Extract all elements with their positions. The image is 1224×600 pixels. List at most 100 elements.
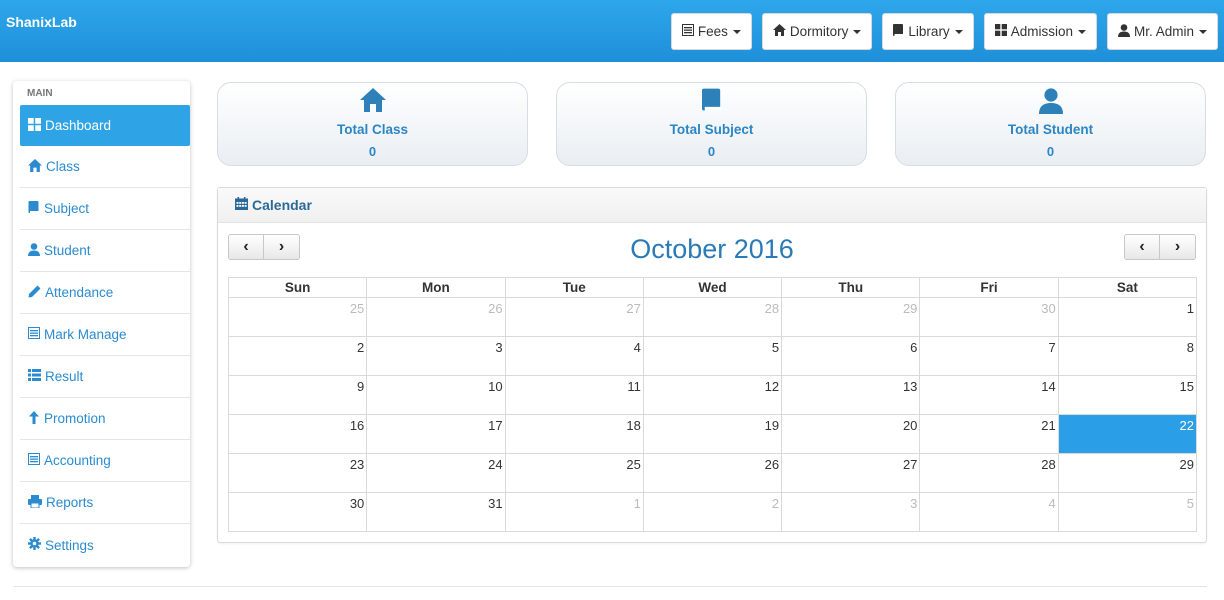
sidebar-item-attendance[interactable]: Attendance	[20, 272, 190, 314]
sidebar-item-settings[interactable]: Settings	[20, 524, 190, 566]
calendar-day-other-month[interactable]: 2	[642, 492, 783, 532]
next-year-button[interactable]: ›	[1160, 234, 1196, 260]
calendar-day[interactable]: 8	[1057, 336, 1198, 376]
calendar-panel: Calendar ‹ › October 2016 ‹ › Sun Mon Tu…	[217, 187, 1207, 543]
calendar-day[interactable]: 29	[1057, 453, 1198, 493]
sidebar-item-student[interactable]: Student	[20, 230, 190, 272]
calendar-day[interactable]: 28	[919, 453, 1059, 493]
sidebar-item-mark-manage[interactable]: Mark Manage	[20, 314, 190, 356]
prev-year-button[interactable]: ‹	[1124, 234, 1160, 260]
calendar-panel-title: Calendar	[252, 197, 312, 213]
nav-library-dropdown[interactable]: Library	[882, 13, 974, 50]
calendar-week-row: 23 24 25 26 27 28 29	[227, 453, 1198, 493]
sidebar: MAIN Dashboard Class Subject Student Att…	[13, 81, 190, 567]
nav-dormitory-dropdown[interactable]: Dormitory	[761, 13, 873, 50]
sidebar-item-reports[interactable]: Reports	[20, 482, 190, 524]
stat-card-total-class[interactable]: Total Class 0	[217, 82, 528, 166]
sidebar-item-result[interactable]: Result	[20, 356, 190, 398]
nav-admission-dropdown[interactable]: Admission	[983, 13, 1097, 50]
calendar-day[interactable]: 13	[781, 375, 921, 415]
calendar-day[interactable]: 20	[781, 414, 921, 454]
nav-dormitory-label: Dormitory	[789, 24, 849, 39]
cog-icon	[28, 537, 45, 553]
sidebar-item-promotion[interactable]: Promotion	[20, 398, 190, 440]
sidebar-item-label: Reports	[46, 495, 94, 510]
calendar-day[interactable]: 2	[227, 336, 368, 376]
calendar-panel-header: Calendar	[218, 188, 1206, 223]
top-nav-menu: Fees Dormitory Library Admission Mr. Adm…	[670, 13, 1218, 50]
sidebar-item-label: Attendance	[45, 285, 114, 300]
calendar-day[interactable]: 16	[227, 414, 368, 454]
calendar-day-other-month[interactable]: 29	[781, 297, 921, 337]
calendar-day[interactable]: 6	[781, 336, 921, 376]
calendar-day[interactable]: 3	[366, 336, 506, 376]
calendar-day[interactable]: 30	[227, 492, 368, 532]
sidebar-item-label: Student	[44, 243, 91, 258]
calendar-day[interactable]: 18	[504, 414, 644, 454]
home-icon	[28, 158, 46, 175]
list-alt-icon	[681, 24, 698, 39]
calendar-nav-right: ‹ ›	[1124, 234, 1196, 260]
calendar-day-other-month[interactable]: 1	[504, 492, 644, 532]
calendar-day[interactable]: 27	[781, 453, 921, 493]
calendar-day[interactable]: 21	[919, 414, 1059, 454]
sidebar-item-accounting[interactable]: Accounting	[20, 440, 190, 482]
calendar-day[interactable]: 19	[642, 414, 783, 454]
user-icon	[1117, 23, 1134, 40]
sidebar-item-subject[interactable]: Subject	[20, 188, 190, 230]
stat-value: 0	[707, 144, 716, 159]
calendar-day-other-month[interactable]: 5	[1057, 492, 1198, 532]
calendar-day-today[interactable]: 22	[1057, 414, 1198, 454]
sidebar-item-label: Mark Manage	[44, 327, 127, 342]
sidebar-heading: MAIN	[27, 88, 53, 99]
calendar-day[interactable]: 26	[642, 453, 783, 493]
calendar-day-other-month[interactable]: 26	[366, 297, 506, 337]
calendar-day[interactable]: 4	[504, 336, 644, 376]
sidebar-item-class[interactable]: Class	[20, 146, 190, 188]
calendar-day[interactable]: 9	[227, 375, 368, 415]
calendar-day-other-month[interactable]: 27	[504, 297, 644, 337]
calendar-day[interactable]: 24	[366, 453, 506, 493]
nav-user-dropdown[interactable]: Mr. Admin	[1106, 13, 1218, 50]
sidebar-item-label: Result	[45, 369, 84, 384]
list-alt-icon	[28, 453, 44, 468]
calendar-day-other-month[interactable]: 28	[642, 297, 783, 337]
book-icon	[893, 23, 908, 40]
calendar-day[interactable]: 23	[227, 453, 368, 493]
stat-card-total-subject[interactable]: Total Subject 0	[556, 82, 867, 166]
calendar-day-other-month[interactable]: 4	[919, 492, 1059, 532]
sidebar-item-label: Subject	[44, 201, 90, 216]
sidebar-item-label: Class	[46, 159, 80, 174]
calendar-day[interactable]: 10	[366, 375, 506, 415]
brand-logo[interactable]: ShanixLab	[6, 14, 77, 30]
nav-library-label: Library	[908, 24, 950, 39]
calendar-week-row: 9 10 11 12 13 14 15	[227, 375, 1198, 415]
calendar-day[interactable]: 12	[642, 375, 783, 415]
calendar-day[interactable]: 17	[366, 414, 506, 454]
sidebar-item-label: Dashboard	[45, 118, 112, 133]
nav-user-label: Mr. Admin	[1133, 24, 1194, 39]
calendar-day[interactable]: 14	[919, 375, 1059, 415]
nav-fees-dropdown[interactable]: Fees	[670, 13, 752, 50]
calendar-day-other-month[interactable]: 30	[919, 297, 1059, 337]
calendar-day[interactable]: 15	[1057, 375, 1198, 415]
calendar-day-other-month[interactable]: 3	[781, 492, 921, 532]
home-icon	[218, 88, 527, 116]
sidebar-item-label: Settings	[45, 537, 94, 553]
stat-card-total-student[interactable]: Total Student 0	[895, 82, 1206, 166]
stat-label: Total Subject	[669, 122, 754, 137]
calendar-day[interactable]: 31	[366, 492, 506, 532]
list-alt-icon	[28, 327, 44, 342]
stat-value: 0	[368, 144, 377, 159]
calendar-day[interactable]: 7	[919, 336, 1059, 376]
calendar-day-other-month[interactable]: 25	[227, 297, 368, 337]
calendar-day[interactable]: 11	[504, 375, 644, 415]
calendar-week-row: 16 17 18 19 20 21 22	[227, 414, 1198, 454]
calendar-day[interactable]: 25	[504, 453, 644, 493]
pencil-icon	[28, 285, 45, 301]
calendar-day[interactable]: 5	[642, 336, 783, 376]
top-navbar: ShanixLab Fees Dormitory Library Admissi…	[0, 0, 1224, 62]
sidebar-item-dashboard[interactable]: Dashboard	[20, 105, 190, 146]
calendar-day[interactable]: 1	[1057, 297, 1198, 337]
print-icon	[28, 494, 46, 511]
